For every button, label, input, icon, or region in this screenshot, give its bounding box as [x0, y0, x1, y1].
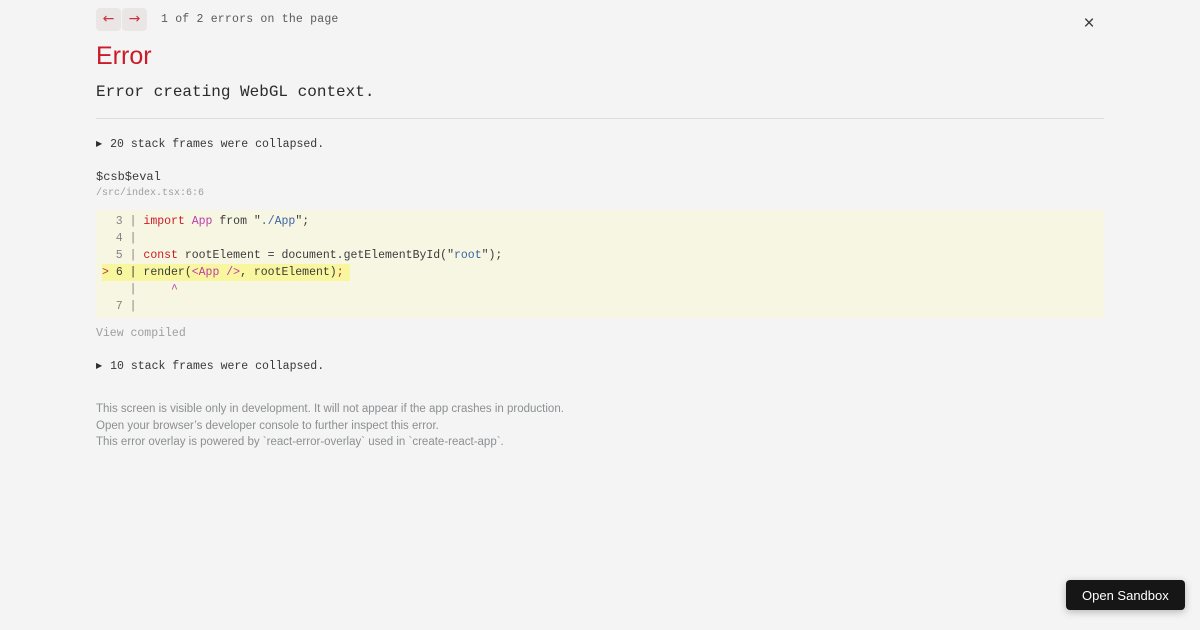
stack-location: /src/index.tsx:6:6: [96, 188, 205, 199]
close-button[interactable]: ×: [1077, 12, 1101, 36]
arrow-left-icon: ←: [102, 11, 115, 27]
view-compiled-link[interactable]: View compiled: [96, 327, 186, 340]
footer-notes: This screen is visible only in developme…: [96, 401, 564, 451]
code-line: 7 |: [102, 300, 137, 313]
error-title: Error: [96, 42, 152, 70]
code-line: | ^: [102, 283, 178, 296]
close-icon: ×: [1083, 13, 1095, 34]
code-line: 4 |: [102, 232, 137, 245]
error-overlay-page: ← → 1 of 2 errors on the page × Error Er…: [0, 0, 1200, 630]
footer-line-console: Open your browser’s developer console to…: [96, 419, 439, 432]
open-sandbox-button[interactable]: Open Sandbox: [1066, 580, 1185, 610]
code-line: > 6 | render(<App />, rootElement);: [102, 264, 1104, 281]
collapsed-frames-top[interactable]: ▶ 20 stack frames were collapsed.: [96, 138, 324, 151]
arrow-right-icon: →: [128, 11, 141, 27]
code-line: 5 | const rootElement = document.getElem…: [102, 249, 503, 262]
expand-triangle-icon: ▶: [96, 361, 103, 370]
collapsed-frames-bottom-label: 10 stack frames were collapsed.: [110, 360, 325, 373]
collapsed-frames-top-label: 20 stack frames were collapsed.: [110, 138, 325, 151]
collapsed-frames-bottom[interactable]: ▶ 10 stack frames were collapsed.: [96, 360, 324, 373]
footer-line-powered-by: This error overlay is powered by `react-…: [96, 436, 504, 448]
code-line: 3 | import App from "./App";: [102, 215, 310, 228]
prev-error-button[interactable]: ←: [96, 8, 121, 31]
error-counter: 1 of 2 errors on the page: [161, 13, 339, 26]
next-error-button[interactable]: →: [122, 8, 147, 31]
stack-function-name: $csb$eval: [96, 170, 161, 184]
error-message: Error creating WebGL context.: [96, 83, 375, 101]
code-frame: 3 | import App from "./App"; 4 | 5 | con…: [96, 210, 1104, 318]
expand-triangle-icon: ▶: [96, 139, 103, 148]
divider: [96, 118, 1104, 119]
error-navigation: ← → 1 of 2 errors on the page: [96, 8, 339, 31]
footer-line-dev-only: This screen is visible only in developme…: [96, 403, 564, 415]
